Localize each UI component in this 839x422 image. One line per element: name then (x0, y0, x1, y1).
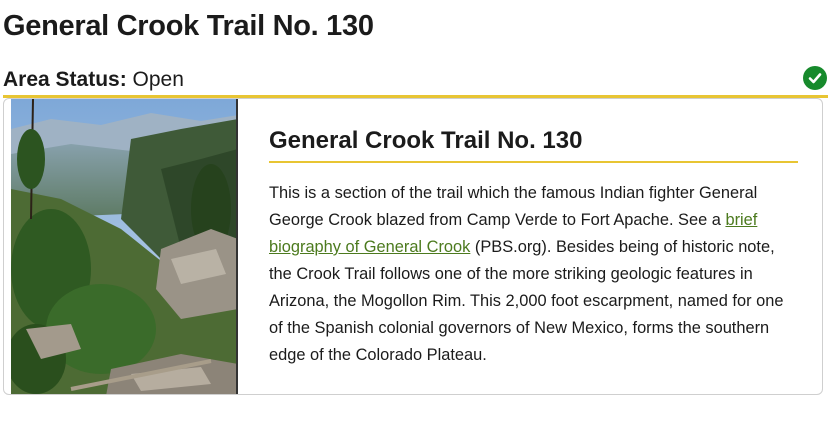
check-circle-icon (803, 66, 827, 90)
area-status-value: Open (132, 68, 184, 91)
card-title: General Crook Trail No. 130 (269, 127, 798, 163)
area-status-label: Area Status: (3, 68, 127, 91)
trail-card: General Crook Trail No. 130 This is a se… (3, 98, 823, 395)
area-status: Area Status: Open (3, 68, 184, 92)
area-status-bar: Area Status: Open (3, 66, 828, 98)
trail-description: This is a section of the trail which the… (269, 180, 798, 369)
trail-card-body: General Crook Trail No. 130 This is a se… (269, 127, 798, 369)
page-title: General Crook Trail No. 130 (3, 10, 374, 42)
trail-photo (11, 99, 238, 394)
description-text: This is a section of the trail which the… (269, 184, 758, 229)
description-text-continued: (PBS.org). Besides being of historic not… (269, 238, 784, 364)
